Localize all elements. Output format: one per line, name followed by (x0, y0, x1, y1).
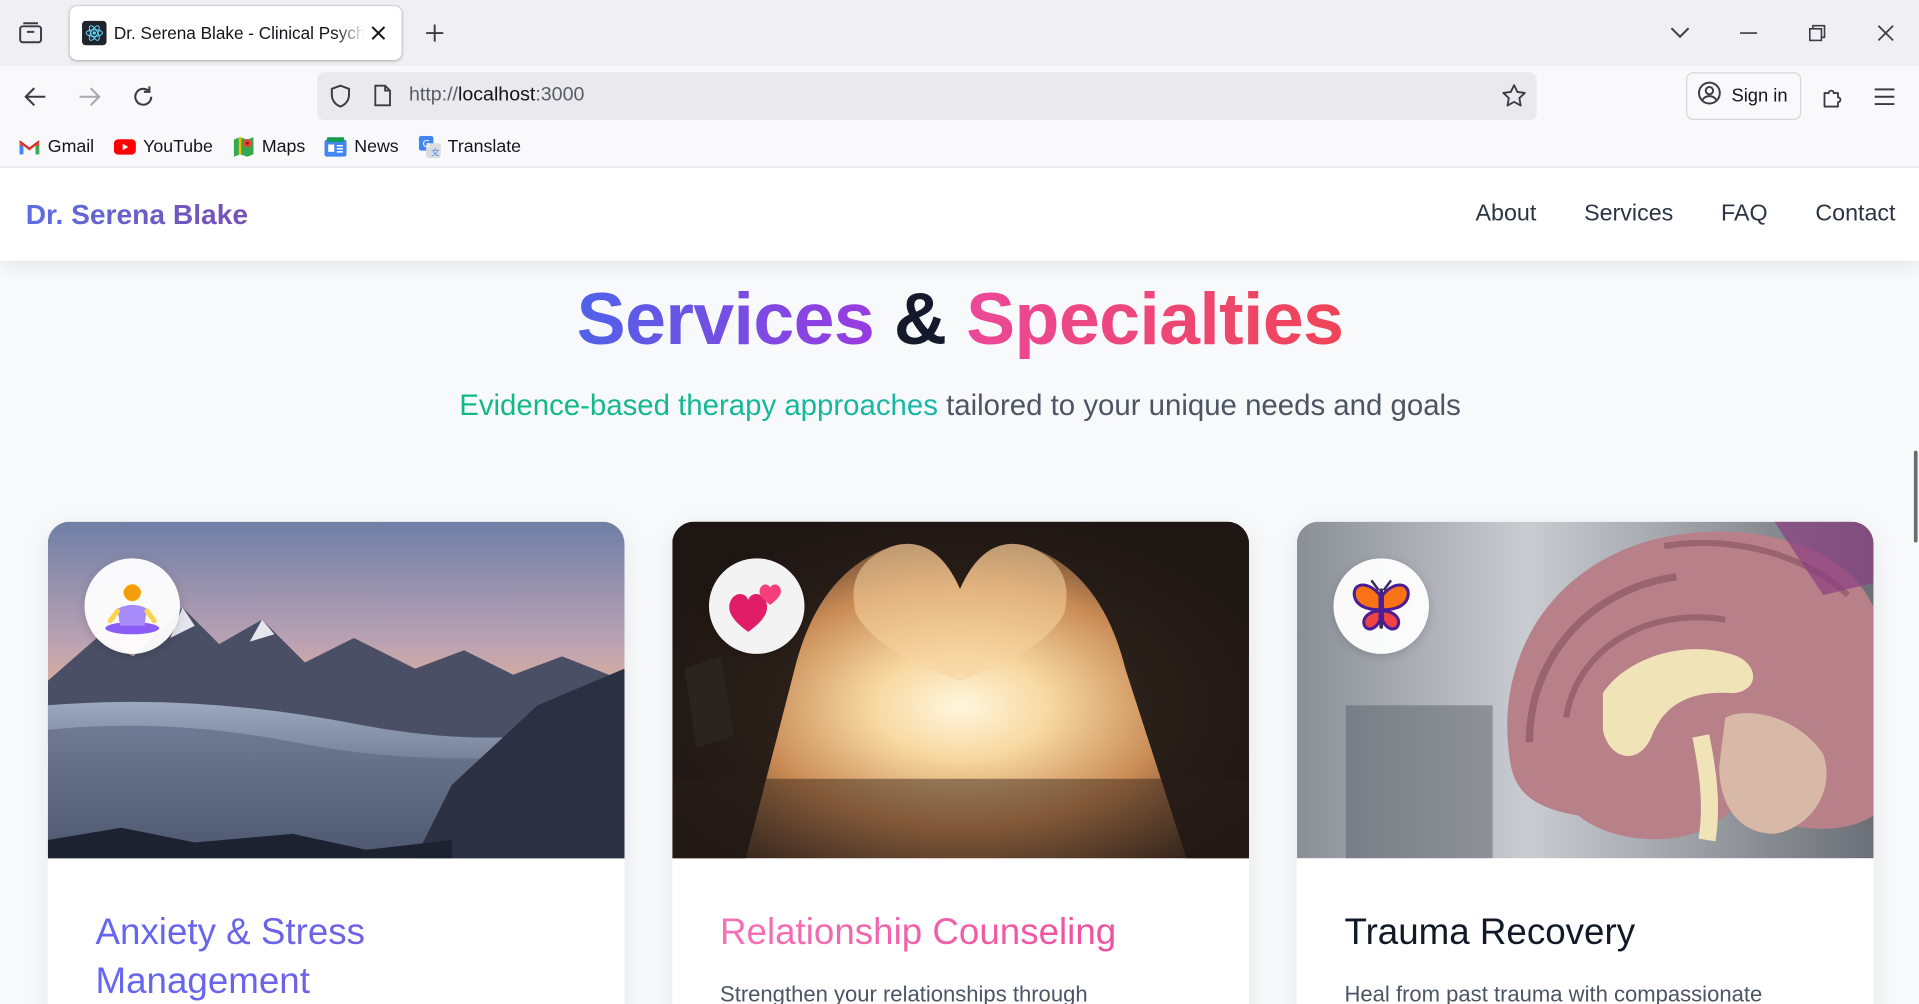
forward-icon[interactable] (69, 76, 111, 118)
services-heading: Services & Specialties (576, 277, 1344, 361)
site-header: Dr. Serena Blake About Services FAQ Cont… (0, 168, 1919, 261)
active-tab[interactable]: Dr. Serena Blake - Clinical Psychologist (69, 6, 402, 61)
url-bar[interactable]: http://localhost:3000 (317, 72, 1537, 121)
services-subtitle: Evidence-based therapy approaches tailor… (459, 389, 1461, 423)
minimize-icon[interactable] (1714, 0, 1783, 66)
nav-about[interactable]: About (1476, 201, 1537, 228)
card-text: Strengthen your relationships through (720, 982, 1088, 1004)
service-card-trauma[interactable]: Trauma Recovery Heal from past trauma wi… (1296, 521, 1874, 1004)
bookmarks-bar: Gmail YouTube Maps News G文 Translate (0, 127, 1919, 168)
page-scrollbar[interactable] (1913, 450, 1918, 543)
mountain-sunrise-image (47, 521, 625, 859)
nav-contact[interactable]: Contact (1815, 201, 1895, 228)
sign-in-label: Sign in (1731, 85, 1788, 107)
back-icon[interactable] (15, 76, 57, 118)
tab-list-icon[interactable] (10, 12, 52, 54)
site-nav: About Services FAQ Contact (1428, 201, 1896, 228)
card-title: Anxiety & Stress Management (96, 909, 586, 1004)
restore-icon[interactable] (1783, 0, 1852, 66)
brain-model-image (1296, 521, 1874, 859)
bookmark-gmail[interactable]: Gmail (18, 130, 94, 164)
close-tab-icon[interactable] (365, 20, 392, 47)
bookmark-youtube[interactable]: YouTube (113, 130, 213, 164)
tab-title: Dr. Serena Blake - Clinical Psychologist (113, 23, 365, 43)
heart-hands-sunset-image (672, 521, 1249, 859)
news-icon (324, 136, 347, 158)
butterfly-icon (1333, 558, 1429, 654)
card-title: Relationship Counseling (720, 909, 1210, 958)
service-card-anxiety[interactable]: Anxiety & Stress Management (47, 521, 625, 1004)
react-icon (82, 20, 107, 46)
sign-in-button[interactable]: Sign in (1686, 72, 1802, 121)
page-info-icon[interactable] (373, 84, 391, 112)
navigation-toolbar: http://localhost:3000 Sign in (0, 66, 1919, 128)
menu-icon[interactable] (1864, 76, 1906, 118)
bookmark-translate[interactable]: G文 Translate (418, 130, 521, 164)
site-brand[interactable]: Dr. Serena Blake (26, 198, 248, 231)
two-hearts-icon (708, 558, 805, 654)
tab-bar: Dr. Serena Blake - Clinical Psychologist (0, 0, 1919, 67)
close-window-icon[interactable] (1851, 0, 1919, 66)
bookmark-news[interactable]: News (324, 130, 399, 164)
maps-icon (232, 136, 254, 158)
url-text[interactable]: http://localhost:3000 (409, 84, 584, 106)
svg-text:G: G (422, 139, 430, 150)
list-all-tabs-icon[interactable] (1646, 0, 1715, 66)
meditation-icon (84, 558, 181, 654)
page-viewport: Dr. Serena Blake About Services FAQ Cont… (0, 168, 1919, 1004)
bookmark-star-icon[interactable] (1501, 83, 1527, 114)
new-tab-icon[interactable] (416, 13, 453, 52)
bookmark-maps[interactable]: Maps (232, 130, 305, 164)
nav-faq[interactable]: FAQ (1721, 201, 1768, 228)
svg-text:文: 文 (431, 147, 440, 158)
gmail-icon (18, 136, 40, 158)
shield-icon[interactable] (329, 84, 351, 113)
translate-icon: G文 (418, 135, 441, 158)
account-icon (1697, 81, 1721, 112)
card-text: Heal from past trauma with compassionate (1344, 982, 1763, 1004)
youtube-icon (113, 136, 136, 158)
nav-services[interactable]: Services (1584, 201, 1673, 228)
card-title: Trauma Recovery (1344, 912, 1636, 953)
reload-icon[interactable] (122, 76, 164, 118)
service-card-relationship[interactable]: Relationship Counseling Strengthen your … (672, 521, 1249, 1004)
extensions-icon[interactable] (1811, 76, 1853, 118)
